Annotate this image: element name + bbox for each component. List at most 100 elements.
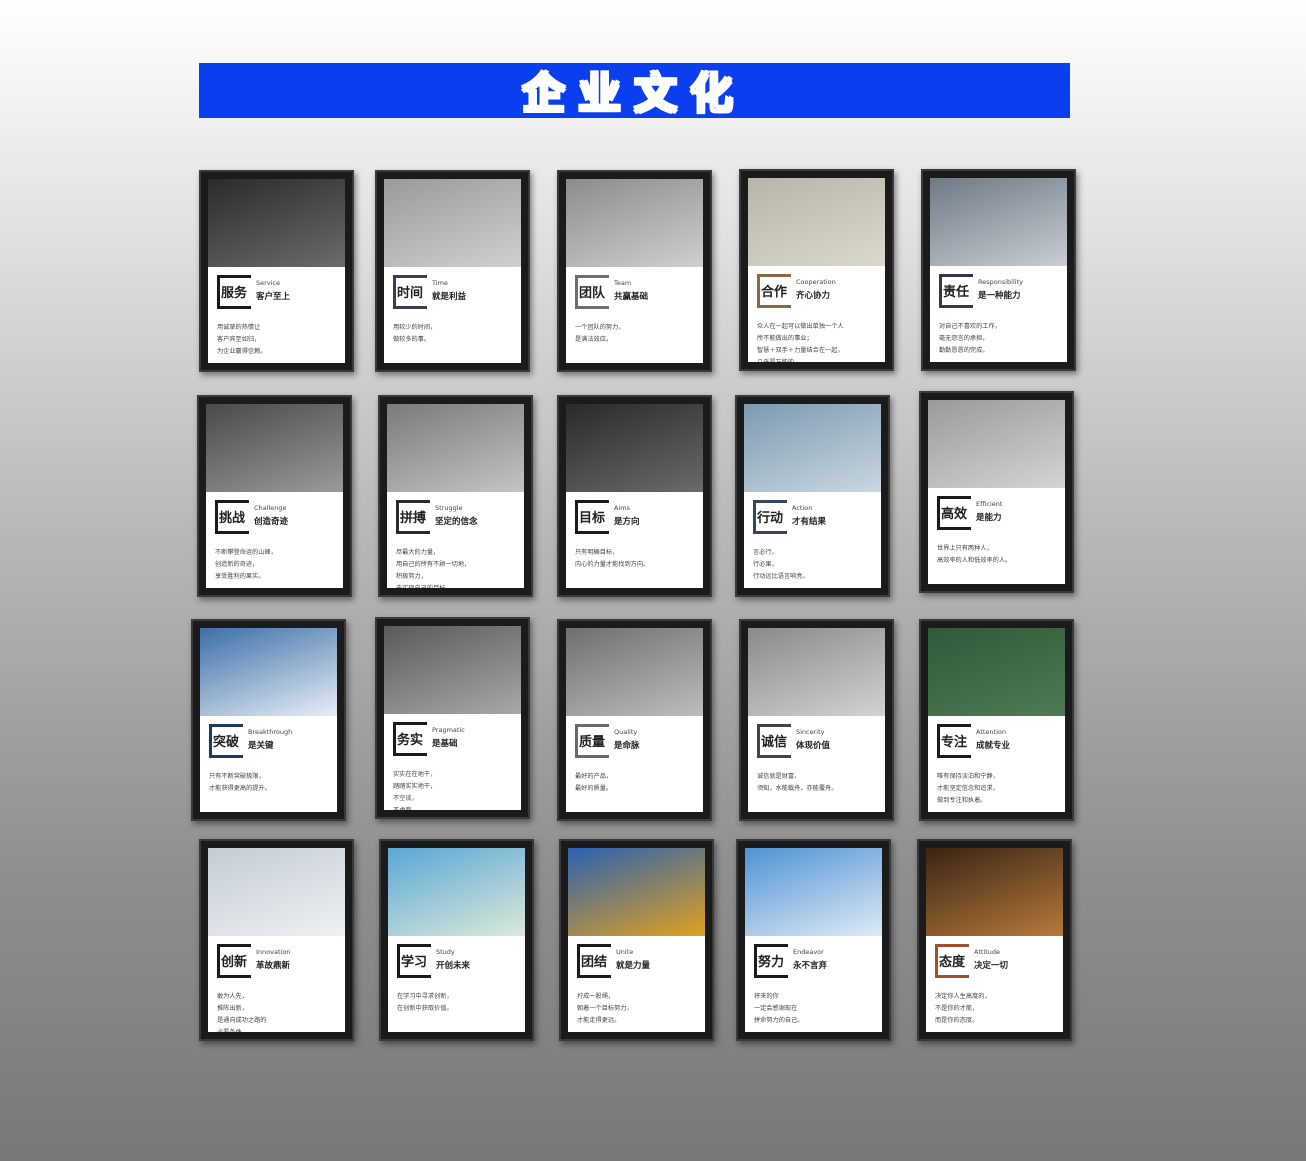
- poster-title: 努力: [758, 955, 785, 971]
- poster-description: 敢为人先， 推陈出新， 是通向成功之路的必要条件。: [217, 991, 339, 1032]
- poster-english-title: Quality: [614, 728, 638, 737]
- poster-frame: 务实 Pragmatic 是基础实实在在地干， 踏踏实实地干， 不空谈， 不虚夸。: [375, 617, 530, 819]
- description-line: 众人在一起可以做出单独一个人: [757, 323, 844, 331]
- poster-description: 将来的你 一定会感谢现在 拼命努力的自己。: [754, 991, 876, 1027]
- description-line: 推陈出新，: [217, 1005, 248, 1013]
- poster-title: 专注: [941, 735, 968, 751]
- poster-text-area: 挑战 Challenge 创造奇迹 不断攀登命运的山峰， 创造新的奇迹， 享受胜利的果实。: [206, 492, 343, 588]
- poster-photo: [928, 628, 1065, 717]
- description-line: 内心的力量才能找到方向。: [575, 561, 650, 569]
- poster-text-area: 努力 Endeavor 永不言弃 将来的你 一定会感谢现在 拼命努力的自己。: [745, 936, 882, 1032]
- poster-frame: 高效 Efficient 是能力 世界上只有两种人， 高效率的人和低效率的人。: [919, 391, 1074, 593]
- poster: 团结 Unite 就是力量 拧成一股绳， 朝着一个目标努力， 才能走得更远。: [568, 848, 705, 1032]
- poster-title: 态度: [939, 955, 966, 971]
- description-line: 一定会感谢现在: [754, 1005, 798, 1013]
- poster-slogan: 就是力量: [616, 961, 651, 972]
- poster-title: 务实: [397, 733, 424, 749]
- poster-frame: 学习 Study 开创未来在学习中寻求创新， 在创新中获取价值。: [379, 839, 534, 1041]
- poster-slogan: 开创未来: [436, 961, 471, 972]
- poster-photo: [566, 628, 703, 717]
- description-line: 为企业赢得信赖。: [217, 348, 267, 356]
- poster-english-title: Innovation: [256, 948, 291, 957]
- poster-description: 在学习中寻求创新， 在创新中获取价值。: [397, 991, 519, 1015]
- poster-description: 不断攀登命运的山峰， 创造新的奇迹， 享受胜利的果实。: [215, 547, 337, 583]
- poster-slogan: 创造奇迹: [254, 517, 289, 528]
- poster-title: 挑战: [219, 511, 246, 527]
- description-line: 做到专注和执着。: [937, 797, 987, 805]
- description-line: 只有不断突破极限，: [209, 773, 265, 781]
- poster-text-area: 时间 Time 就是利益 用较少的时间， 做较多的事。: [384, 267, 521, 363]
- poster-photo: [200, 628, 337, 717]
- description-line: 决定你人生高度的，: [935, 993, 991, 1001]
- poster: 学习 Study 开创未来在学习中寻求创新， 在创新中获取价值。: [388, 848, 525, 1032]
- poster-text-area: 质量 Quality 是命脉 最好的产品， 最好的质量。: [566, 716, 703, 812]
- poster-description: 尽最大的力量， 用自己的所有不顾一切地， 积极努力， 去实现自己的目标。: [396, 547, 518, 588]
- poster-photo: [930, 178, 1067, 267]
- poster-english-title: Aims: [614, 504, 630, 513]
- poster-text-area: 态度 Attitude 决定一切 决定你人生高度的， 不是你的才能， 而是你的态度。: [926, 936, 1063, 1032]
- poster-title: 时间: [397, 286, 424, 302]
- description-line: 做较多的事。: [393, 336, 431, 344]
- poster-english-title: Team: [614, 279, 632, 288]
- poster: 专注 Attention 成就专业 唯有保持淡泊和宁静， 才能坚定信念和追求， 做到专注和…: [928, 628, 1065, 812]
- banner-title: 企业文化: [521, 68, 747, 119]
- poster-frame: 目标 Aims 是方向 只有明确目标， 内心的力量才能找到方向。: [557, 395, 712, 597]
- poster-english-title: Sincerity: [796, 728, 825, 737]
- poster-photo: [568, 848, 705, 937]
- poster-english-title: Struggle: [435, 504, 463, 513]
- poster-title: 团结: [581, 955, 608, 971]
- description-line: 言必行，: [753, 549, 778, 557]
- description-line: 勤勤恳恳的完成。: [939, 347, 989, 355]
- poster-title: 质量: [579, 735, 606, 751]
- description-line: 行必果，: [753, 561, 778, 569]
- description-line: 是通向成功之路的: [217, 1017, 267, 1025]
- description-line: 一个团队的努力，: [575, 324, 625, 332]
- poster-photo: [384, 179, 521, 268]
- description-line: 不断攀登命运的山峰，: [215, 549, 277, 557]
- poster-english-title: Attention: [976, 728, 1006, 737]
- description-line: 不虚夸。: [393, 805, 515, 810]
- poster-text-area: 创新 Innovation 革故鼎新敢为人先， 推陈出新， 是通向成功之路的必要条件。: [208, 936, 345, 1032]
- description-line: 对自己不喜欢的工作，: [939, 323, 1001, 331]
- poster-description: 用诚挚的热情让 客户宾至如归， 为企业赢得信赖。: [217, 322, 339, 358]
- description-line: 用较少的时间，: [393, 324, 437, 332]
- poster-frame: 专注 Attention 成就专业 唯有保持淡泊和宁静， 才能坚定信念和追求， 做到专注和…: [919, 619, 1074, 821]
- description-line: 最好的质量。: [575, 785, 613, 793]
- poster-english-title: Responsibility: [978, 278, 1023, 287]
- poster-photo: [384, 626, 521, 715]
- description-line: 不是你的才能，: [935, 1005, 979, 1013]
- poster-photo: [387, 404, 524, 493]
- poster-title: 学习: [401, 955, 428, 971]
- poster-text-area: 拼搏 Struggle 坚定的信念尽最大的力量， 用自己的所有不顾一切地， 积极努力， 去…: [387, 492, 524, 588]
- poster-photo: [928, 400, 1065, 489]
- description-line: 踏踏实实地干，: [393, 783, 437, 791]
- description-line: 几乎是万能的。: [757, 357, 879, 362]
- poster-title: 服务: [221, 286, 248, 302]
- poster-frame: 挑战 Challenge 创造奇迹 不断攀登命运的山峰， 创造新的奇迹， 享受胜利的果实。: [197, 395, 352, 597]
- poster-frame: 行动 Action 才有结果 言必行， 行必果， 行动远比语言响亮。: [735, 395, 890, 597]
- poster-frame: 服务 Service 客户至上 用诚挚的热情让 客户宾至如归， 为企业赢得信赖。: [199, 170, 354, 372]
- description-line: 高效率的人和低效率的人。: [937, 557, 1012, 565]
- poster-slogan: 共赢基础: [614, 292, 649, 303]
- poster-photo: [206, 404, 343, 493]
- poster: 拼搏 Struggle 坚定的信念尽最大的力量， 用自己的所有不顾一切地， 积极努力， 去…: [387, 404, 524, 588]
- poster-frame: 诚信 Sincerity 体现价值 诚信就是财富， 须知，水能载舟，亦能覆舟。: [739, 619, 894, 821]
- description-line: 须知，水能载舟，亦能覆舟。: [757, 785, 838, 793]
- description-line: 而是你的态度。: [935, 1017, 979, 1025]
- poster-slogan: 坚定的信念: [435, 517, 478, 528]
- poster: 责任 Responsibility 是一种能力 对自己不喜欢的工作， 毫无怨言的承担， 勤…: [930, 178, 1067, 362]
- poster-text-area: 突破 Breakthrough 是关键 只有不断突破极限， 才能获得更高的提升。: [200, 716, 337, 812]
- poster-photo: [748, 178, 885, 267]
- poster-title: 创新: [221, 955, 248, 971]
- description-line: 在学习中寻求创新，: [397, 993, 453, 1001]
- description-line: 世界上只有两种人，: [937, 545, 993, 553]
- description-line: 才能走得更远。: [577, 1017, 621, 1025]
- poster-slogan: 成就专业: [976, 741, 1011, 752]
- poster-slogan: 是关键: [248, 741, 274, 752]
- poster-description: 用较少的时间， 做较多的事。: [393, 322, 515, 346]
- description-line: 必要条件。: [217, 1027, 339, 1032]
- poster-title: 行动: [757, 511, 784, 527]
- poster-english-title: Study: [436, 948, 455, 957]
- poster-slogan: 齐心协力: [796, 291, 831, 302]
- description-line: 朝着一个目标努力，: [577, 1005, 633, 1013]
